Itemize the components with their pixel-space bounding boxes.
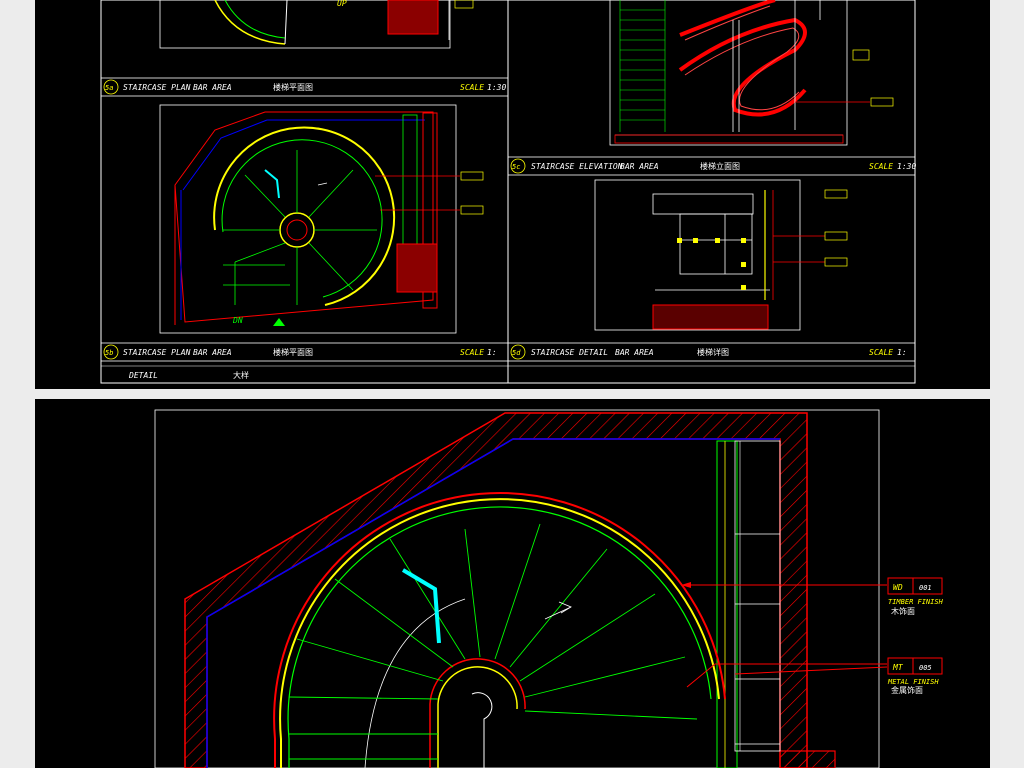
- panel-code: 5a: [105, 84, 113, 92]
- tag-code: MT: [892, 663, 904, 672]
- panel-area: BAR AREA: [193, 83, 232, 92]
- panel-title: STAIRCASE ELEVATION: [531, 162, 623, 171]
- scale-value: 1:: [897, 348, 907, 357]
- panel-code: 5c: [512, 163, 520, 171]
- panel-code: 5b: [105, 349, 113, 357]
- tag-code: WD: [893, 583, 903, 592]
- panel-cn-title: 楼梯详图: [697, 347, 729, 357]
- scale-value: 1:30: [487, 83, 506, 92]
- detail-label: DETAIL: [128, 371, 158, 380]
- scale-label: SCALE: [869, 162, 893, 171]
- finish-tag-wd: WD 001 TIMBER FINISH 木饰面: [681, 577, 944, 616]
- scale-label: SCALE: [460, 348, 484, 357]
- tag-en: TIMBER FINISH: [888, 598, 944, 606]
- panel-area: BAR AREA: [615, 348, 654, 357]
- drawing-sheet-top: UP 5a STAIRCASE PLAN BAR AREA 楼梯平面图 SCAL…: [35, 0, 990, 389]
- title-bar-5b: 5b STAIRCASE PLAN BAR AREA 楼梯平面图 SCALE 1…: [100, 342, 509, 362]
- panel-area: BAR AREA: [193, 348, 232, 357]
- shelf-unit: [716, 440, 781, 768]
- panel-cn-title: 楼梯平面图: [273, 82, 313, 92]
- tag-number: 001: [919, 584, 932, 592]
- tag-number: 005: [919, 664, 932, 672]
- detail-cn-label: 大样: [233, 370, 249, 380]
- scale-value: 1:30: [897, 162, 916, 171]
- title-bar-5a: 5a STAIRCASE PLAN BAR AREA 楼梯平面图 SCALE 1…: [100, 77, 509, 97]
- up-mark: UP: [337, 0, 347, 8]
- panel-title: STAIRCASE PLAN: [123, 348, 191, 357]
- top-sheet-canvas: UP 5a STAIRCASE PLAN BAR AREA 楼梯平面图 SCAL…: [100, 0, 916, 384]
- tag-cn: 金属饰面: [891, 685, 923, 695]
- panel-title: STAIRCASE DETAIL: [531, 348, 608, 357]
- scale-label: SCALE: [460, 83, 484, 92]
- panel-5c-drawing: [609, 0, 894, 146]
- drawing-sheet-bottom: WD 001 TIMBER FINISH 木饰面 MT 005 METAL FI…: [35, 399, 990, 768]
- panel-5a-drawing: UP: [159, 0, 474, 49]
- title-bar-5d: 5d STAIRCASE DETAIL BAR AREA 楼梯详图 SCALE …: [507, 342, 916, 362]
- plan-frame: [154, 409, 880, 768]
- panel-5d-drawing: [594, 179, 848, 331]
- bottom-sheet-canvas: WD 001 TIMBER FINISH 木饰面 MT 005 METAL FI…: [154, 409, 944, 768]
- panel-area: BAR AREA: [620, 162, 659, 171]
- scale-label: SCALE: [869, 348, 893, 357]
- panel-cn-title: 楼梯立面图: [700, 161, 740, 171]
- title-bar-5c: 5c STAIRCASE ELEVATION BAR AREA 楼梯立面图 SC…: [507, 156, 916, 176]
- dn-mark: DN: [232, 316, 243, 325]
- scale-value: 1:: [487, 348, 497, 357]
- panel-cn-title: 楼梯平面图: [273, 347, 313, 357]
- panel-5b-drawing: DN: [159, 104, 484, 334]
- panel-code: 5d: [512, 349, 521, 357]
- tag-cn: 木饰面: [891, 606, 915, 616]
- tag-en: METAL FINISH: [887, 678, 939, 686]
- panel-title: STAIRCASE PLAN: [123, 83, 191, 92]
